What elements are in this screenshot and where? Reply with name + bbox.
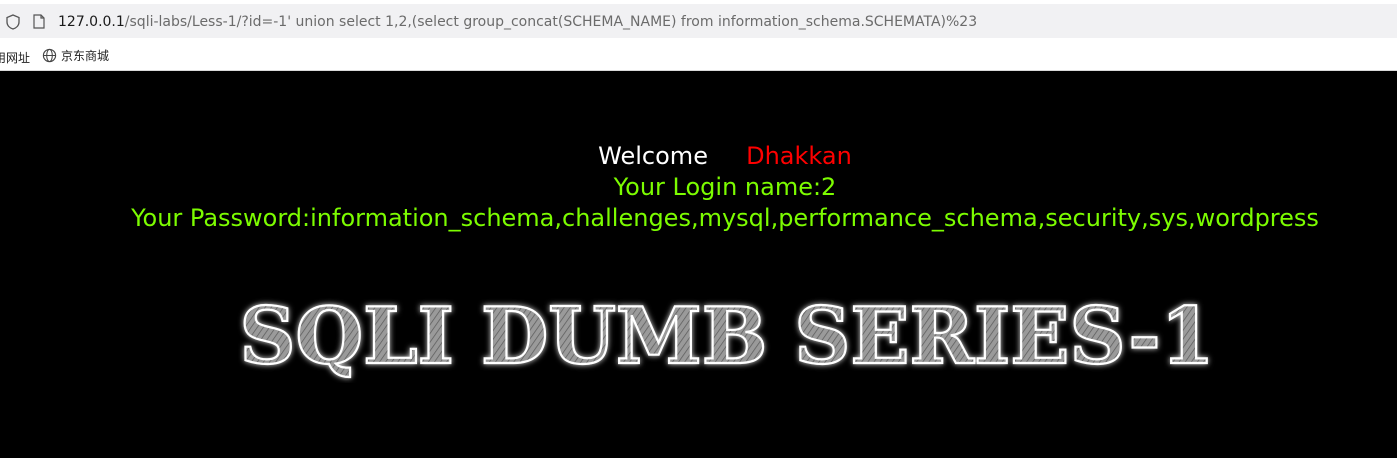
login-name-line: Your Login name:2	[613, 173, 837, 201]
bookmark-label: 用网址	[0, 51, 31, 65]
page-content: Welcome Dhakkan Your Login name:2 Your P…	[0, 71, 1397, 458]
welcome-line: Welcome Dhakkan	[0, 141, 1397, 171]
bookmarks-bar: 用网址 京东商城	[0, 44, 1397, 68]
welcome-label: Welcome	[598, 142, 708, 170]
series-banner: SQLI DUMB SERIES-1	[238, 293, 1215, 383]
bookmark-item-jd[interactable]: 京东商城	[42, 47, 109, 64]
url-text[interactable]: 127.0.0.1/sqli-labs/Less-1/?id=-1' union…	[58, 13, 977, 31]
welcome-name: Dhakkan	[746, 142, 852, 170]
password-line: Your Password:information_schema,challen…	[131, 204, 1319, 232]
banner-text: SQLI DUMB SERIES-1	[240, 293, 1215, 382]
globe-icon	[42, 48, 57, 63]
bookmark-label: 京东商城	[61, 49, 110, 63]
address-bar[interactable]: 127.0.0.1/sqli-labs/Less-1/?id=-1' union…	[0, 4, 1397, 38]
browser-chrome: 127.0.0.1/sqli-labs/Less-1/?id=-1' union…	[0, 0, 1397, 71]
shield-icon[interactable]	[6, 14, 20, 30]
bookmark-item[interactable]: 用网址	[0, 49, 30, 66]
url-host: 127.0.0.1	[58, 14, 125, 30]
page-icon	[33, 14, 45, 29]
url-path: /sqli-labs/Less-1/?id=-1' union select 1…	[124, 14, 978, 30]
